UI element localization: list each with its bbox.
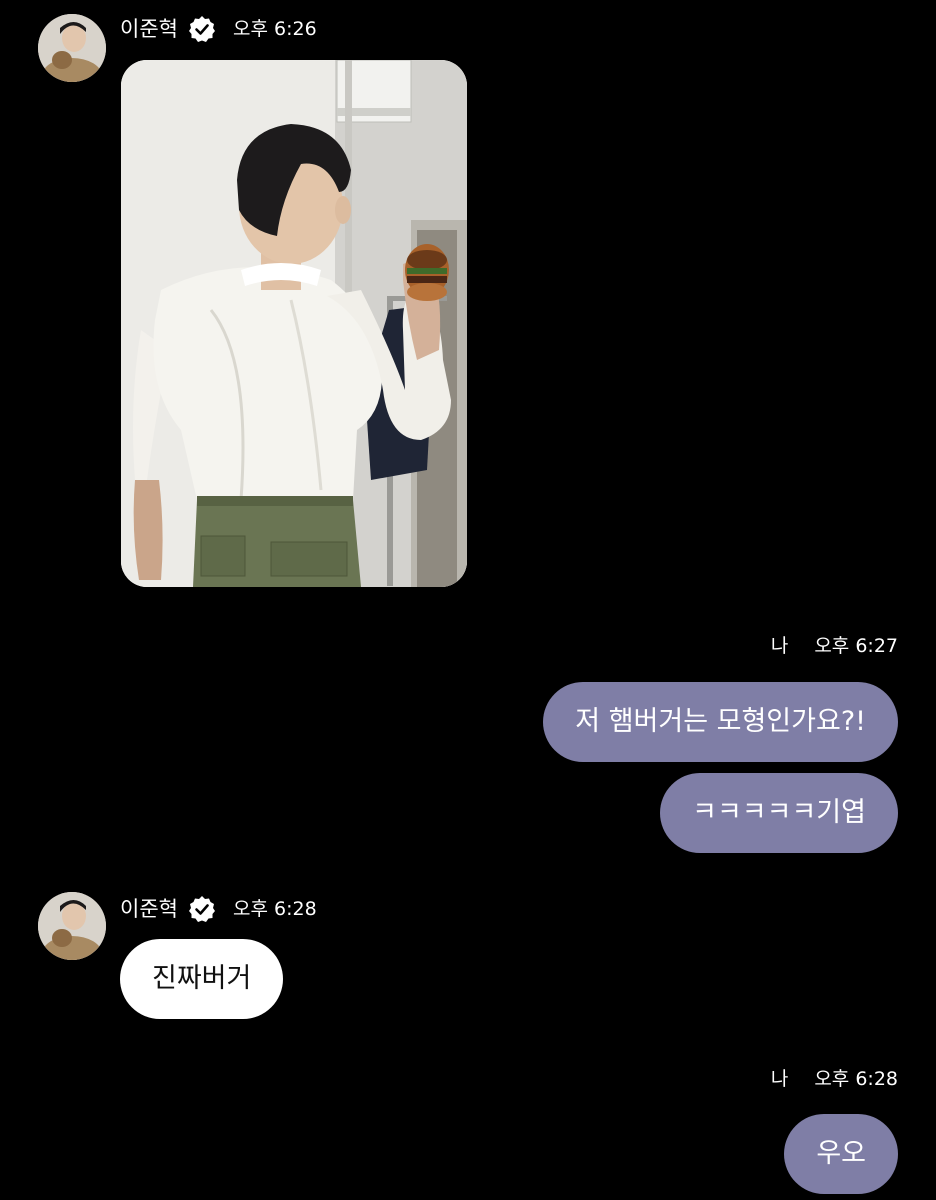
message-time: 오후 6:28 <box>233 898 317 920</box>
my-message-bubble[interactable]: 우오 <box>784 1114 898 1194</box>
avatar-image <box>38 14 106 82</box>
my-message-bubble[interactable]: 저 햄버거는 모형인가요?! <box>543 682 898 762</box>
their-message-bubble[interactable]: 진짜버거 <box>120 939 284 1019</box>
shared-photo[interactable] <box>121 60 467 587</box>
my-label: 나 <box>770 1068 789 1090</box>
my-message-meta: 나 오후 6:27 <box>771 634 898 658</box>
verified-badge-icon <box>188 895 216 923</box>
photo-man-holding-hamburger <box>121 60 467 587</box>
verified-badge-icon <box>188 15 216 43</box>
avatar-image <box>38 892 106 960</box>
my-message-meta: 나 오후 6:28 <box>771 1067 898 1091</box>
message-time: 오후 6:27 <box>814 635 898 657</box>
my-message-bubble[interactable]: ㅋㅋㅋㅋㅋ기엽 <box>660 773 898 853</box>
sender-name[interactable]: 이준혁 <box>120 17 178 41</box>
avatar[interactable] <box>38 14 106 82</box>
sender-name[interactable]: 이준혁 <box>120 897 178 921</box>
message-time: 오후 6:28 <box>814 1068 898 1090</box>
avatar[interactable] <box>38 892 106 960</box>
message-time: 오후 6:26 <box>233 18 317 40</box>
my-label: 나 <box>770 635 789 657</box>
